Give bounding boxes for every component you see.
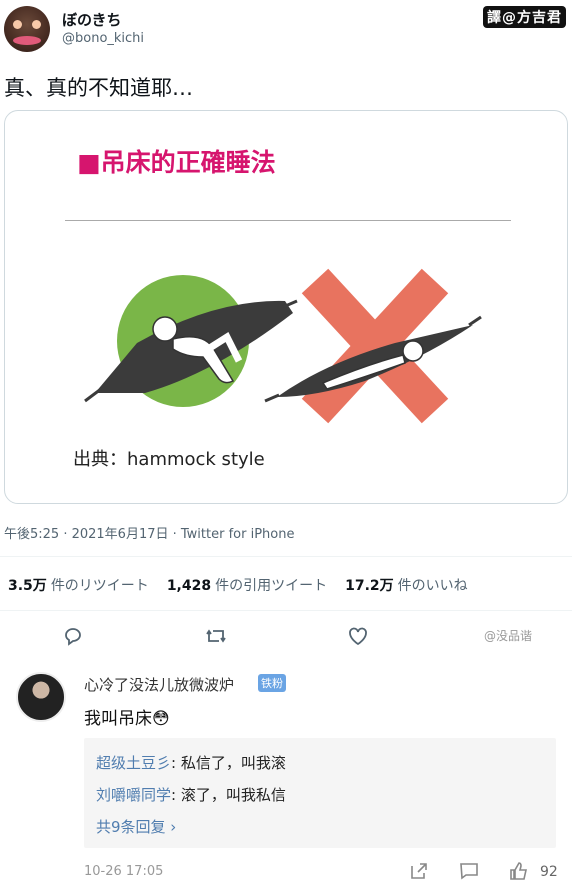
tweet-text: 真、真的不知道耶…	[4, 76, 193, 100]
stat-likes[interactable]: 17.2万 件のいいね	[345, 575, 468, 595]
user-handle[interactable]: @bono_kichi	[62, 31, 144, 46]
comment-icon[interactable]	[458, 860, 480, 882]
user-avatar[interactable]	[4, 6, 50, 52]
translator-credit: 譯@方吉君	[483, 6, 566, 28]
comment-time: 10-26 17:05	[84, 864, 164, 879]
reply-item[interactable]: 刘嚼嚼同学: 滚了，叫我私信	[96, 784, 286, 805]
more-replies-link[interactable]: 共9条回复 ›	[96, 816, 176, 837]
retweet-icon[interactable]	[204, 624, 228, 648]
fan-badge: 铁粉	[258, 674, 286, 692]
share-icon[interactable]	[408, 860, 430, 882]
comment-text: 我叫吊床😳	[84, 709, 170, 729]
hammock-illustration	[84, 268, 482, 424]
card-source: 出典：hammock style	[73, 449, 265, 470]
reply-item[interactable]: 超级土豆彡: 私信了，叫我滚	[96, 752, 286, 773]
like-count: 92	[540, 864, 558, 880]
tweet-timestamp[interactable]: 午後5:25 · 2021年6月17日 · Twitter for iPhone	[4, 523, 294, 542]
display-name[interactable]: ぼのきち	[62, 9, 122, 30]
stat-quotes[interactable]: 1,428 件の引用ツイート	[167, 575, 327, 595]
tweet-image[interactable]: ■吊床的正確睡法 出典：hammock style	[4, 110, 568, 504]
tweet-stats: 3.5万 件のリツイート 1,428 件の引用ツイート 17.2万 件のいいね	[8, 575, 468, 595]
stat-retweets[interactable]: 3.5万 件のリツイート	[8, 575, 149, 595]
divider	[0, 610, 572, 611]
replies-box: 超级土豆彡: 私信了，叫我滚 刘嚼嚼同学: 滚了，叫我私信 共9条回复 ›	[84, 738, 556, 848]
weibo-watermark: @没品谐	[484, 629, 533, 643]
reply-icon[interactable]	[62, 624, 86, 648]
commenter-name[interactable]: 心冷了没法儿放微波炉	[84, 674, 234, 695]
commenter-avatar[interactable]	[16, 672, 66, 722]
like-icon[interactable]	[346, 624, 370, 648]
card-divider	[65, 220, 511, 221]
divider	[0, 556, 572, 557]
thumbs-up-icon[interactable]	[508, 860, 530, 882]
card-title: ■吊床的正確睡法	[77, 148, 276, 177]
